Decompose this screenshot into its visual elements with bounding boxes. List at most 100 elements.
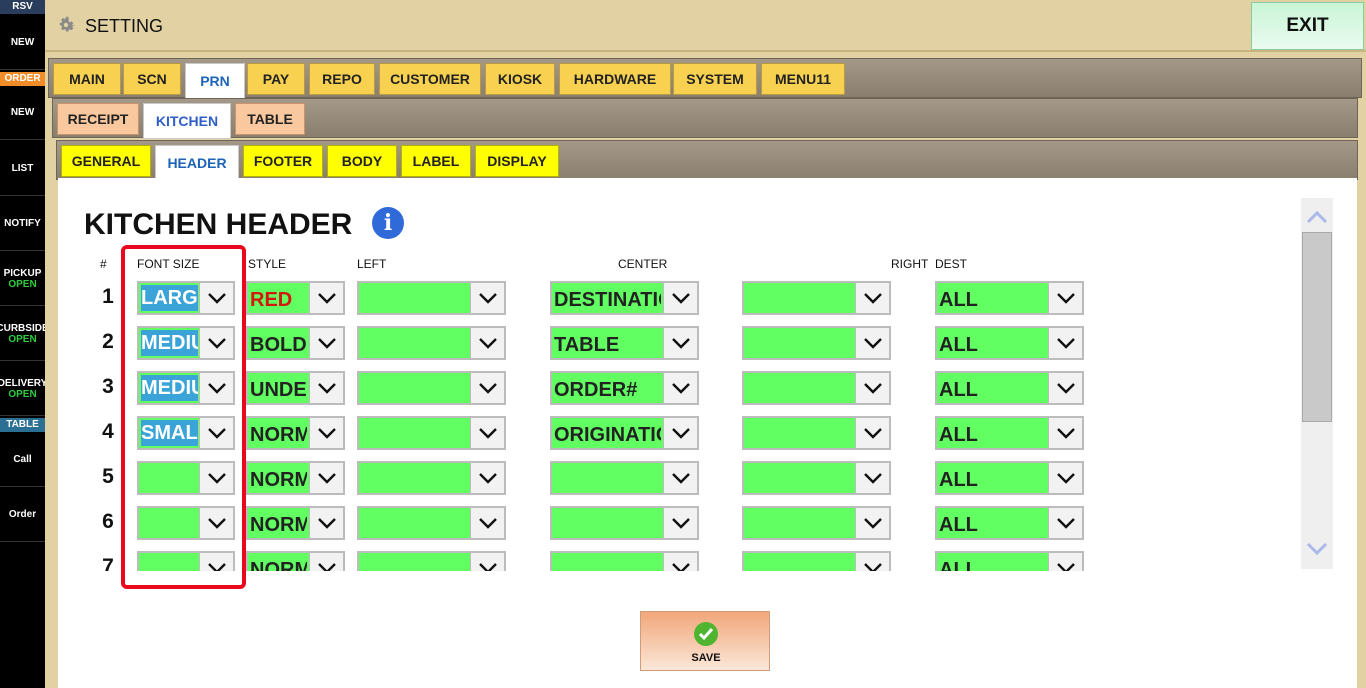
- tab-footer[interactable]: FOOTER: [243, 145, 323, 177]
- tab-pay[interactable]: PAY: [247, 63, 305, 95]
- right-dropdown[interactable]: [742, 506, 891, 540]
- dest-dropdown[interactable]: ALL: [935, 416, 1084, 450]
- chevron-down-icon[interactable]: [663, 463, 697, 493]
- vertical-scrollbar[interactable]: [1301, 198, 1333, 569]
- chevron-down-icon[interactable]: [309, 328, 343, 358]
- dest-dropdown[interactable]: ALL: [935, 371, 1084, 405]
- chevron-down-icon[interactable]: [470, 553, 504, 571]
- chevron-down-icon[interactable]: [309, 418, 343, 448]
- chevron-down-icon[interactable]: [470, 418, 504, 448]
- chevron-down-icon[interactable]: [309, 508, 343, 538]
- save-button[interactable]: SAVE: [640, 611, 770, 671]
- center-dropdown[interactable]: [550, 461, 699, 495]
- left-dropdown[interactable]: [357, 461, 506, 495]
- chevron-down-icon[interactable]: [309, 283, 343, 313]
- sidebar-item-call[interactable]: Call: [0, 433, 45, 487]
- sidebar-item-order[interactable]: Order: [0, 488, 45, 542]
- center-dropdown[interactable]: [550, 551, 699, 571]
- left-dropdown[interactable]: [357, 326, 506, 360]
- style-dropdown[interactable]: NORMAL: [246, 551, 345, 571]
- tab-hardware[interactable]: HARDWARE: [559, 63, 671, 95]
- center-dropdown[interactable]: [550, 506, 699, 540]
- tab-repo[interactable]: REPO: [309, 63, 375, 95]
- chevron-down-icon[interactable]: [1048, 418, 1082, 448]
- chevron-down-icon[interactable]: [1048, 553, 1082, 571]
- chevron-down-icon[interactable]: [663, 553, 697, 571]
- tab-prn[interactable]: PRN: [185, 63, 245, 99]
- tab-system[interactable]: SYSTEM: [673, 63, 757, 95]
- chevron-down-icon[interactable]: [855, 373, 889, 403]
- style-dropdown[interactable]: UNDERLINE: [246, 371, 345, 405]
- chevron-down-icon[interactable]: [663, 418, 697, 448]
- sidebar-item-order-new[interactable]: NEW: [0, 86, 45, 140]
- chevron-down-icon[interactable]: [309, 553, 343, 571]
- chevron-down-icon[interactable]: [663, 283, 697, 313]
- right-dropdown[interactable]: [742, 326, 891, 360]
- tab-table[interactable]: TABLE: [235, 103, 305, 135]
- chevron-down-icon[interactable]: [1048, 328, 1082, 358]
- chevron-down-icon[interactable]: [855, 553, 889, 571]
- chevron-down-icon[interactable]: [855, 328, 889, 358]
- dest-dropdown[interactable]: ALL: [935, 281, 1084, 315]
- center-dropdown[interactable]: TABLE: [550, 326, 699, 360]
- sidebar-item-curbside[interactable]: CURBSIDEOPEN: [0, 307, 45, 361]
- center-dropdown[interactable]: DESTINATION: [550, 281, 699, 315]
- chevron-down-icon[interactable]: [470, 373, 504, 403]
- dest-dropdown[interactable]: ALL: [935, 551, 1084, 571]
- center-dropdown[interactable]: ORIGINATION: [550, 416, 699, 450]
- scroll-up-icon[interactable]: [1304, 204, 1330, 230]
- exit-button[interactable]: EXIT: [1251, 2, 1364, 50]
- tab-kitchen[interactable]: KITCHEN: [143, 103, 231, 139]
- dest-dropdown[interactable]: ALL: [935, 461, 1084, 495]
- chevron-down-icon[interactable]: [663, 328, 697, 358]
- sidebar-item-rsv-new[interactable]: NEW: [0, 16, 45, 70]
- left-dropdown[interactable]: [357, 371, 506, 405]
- chevron-down-icon[interactable]: [1048, 508, 1082, 538]
- chevron-down-icon[interactable]: [663, 373, 697, 403]
- chevron-down-icon[interactable]: [470, 283, 504, 313]
- sidebar-item-delivery[interactable]: DELIVERY OPEN: [0, 362, 45, 416]
- style-dropdown[interactable]: RED: [246, 281, 345, 315]
- left-dropdown[interactable]: [357, 551, 506, 571]
- tab-display[interactable]: DISPLAY: [475, 145, 559, 177]
- info-icon[interactable]: i: [372, 207, 404, 239]
- sidebar-item-list[interactable]: LIST: [0, 142, 45, 196]
- chevron-down-icon[interactable]: [1048, 373, 1082, 403]
- tab-menu11[interactable]: MENU11: [761, 63, 845, 95]
- style-dropdown[interactable]: NORMAL: [246, 506, 345, 540]
- scroll-down-icon[interactable]: [1304, 536, 1330, 562]
- chevron-down-icon[interactable]: [855, 463, 889, 493]
- tab-customer[interactable]: CUSTOMER: [379, 63, 481, 95]
- style-dropdown[interactable]: BOLD: [246, 326, 345, 360]
- scroll-thumb[interactable]: [1302, 232, 1332, 422]
- right-dropdown[interactable]: [742, 371, 891, 405]
- sidebar-item-notify[interactable]: NOTIFY: [0, 197, 45, 251]
- chevron-down-icon[interactable]: [470, 463, 504, 493]
- tab-kiosk[interactable]: KIOSK: [485, 63, 555, 95]
- chevron-down-icon[interactable]: [1048, 283, 1082, 313]
- left-dropdown[interactable]: [357, 506, 506, 540]
- left-dropdown[interactable]: [357, 416, 506, 450]
- style-dropdown[interactable]: NORMAL: [246, 416, 345, 450]
- chevron-down-icon[interactable]: [470, 328, 504, 358]
- tab-scn[interactable]: SCN: [123, 63, 181, 95]
- chevron-down-icon[interactable]: [309, 373, 343, 403]
- style-dropdown[interactable]: NORMAL: [246, 461, 345, 495]
- chevron-down-icon[interactable]: [855, 283, 889, 313]
- tab-header[interactable]: HEADER: [155, 145, 239, 181]
- chevron-down-icon[interactable]: [663, 508, 697, 538]
- chevron-down-icon[interactable]: [309, 463, 343, 493]
- right-dropdown[interactable]: [742, 461, 891, 495]
- tab-body[interactable]: BODY: [327, 145, 397, 177]
- right-dropdown[interactable]: [742, 281, 891, 315]
- tab-main[interactable]: MAIN: [53, 63, 121, 95]
- right-dropdown[interactable]: [742, 416, 891, 450]
- tab-receipt[interactable]: RECEIPT: [57, 103, 139, 135]
- tab-general[interactable]: GENERAL: [61, 145, 151, 177]
- left-dropdown[interactable]: [357, 281, 506, 315]
- tab-label[interactable]: LABEL: [401, 145, 471, 177]
- sidebar-item-pickup[interactable]: PICKUP OPEN: [0, 252, 45, 306]
- center-dropdown[interactable]: ORDER#: [550, 371, 699, 405]
- dest-dropdown[interactable]: ALL: [935, 326, 1084, 360]
- right-dropdown[interactable]: [742, 551, 891, 571]
